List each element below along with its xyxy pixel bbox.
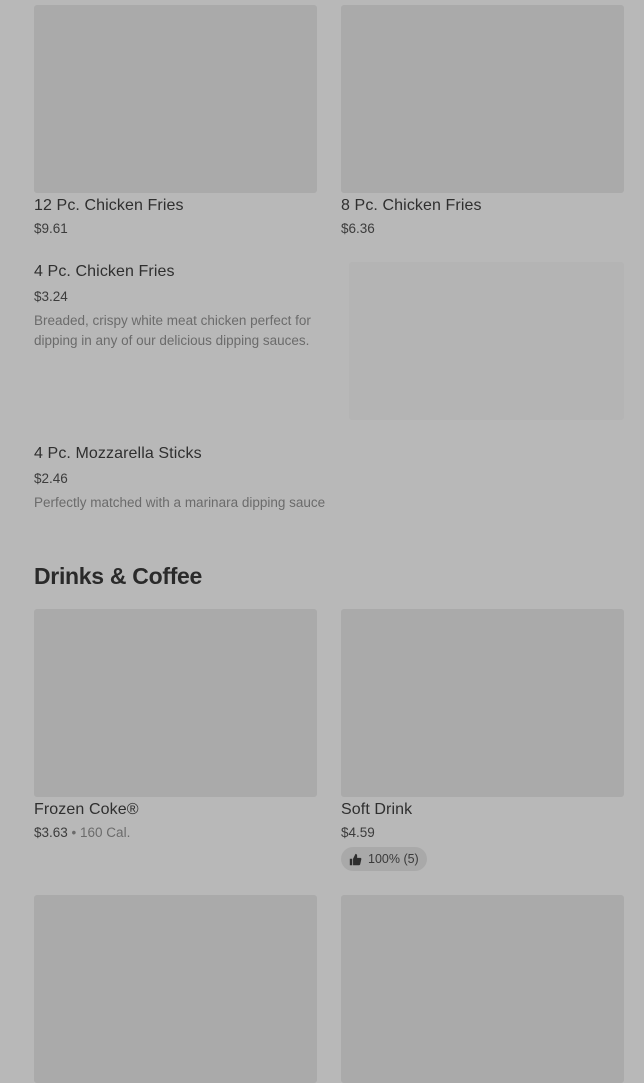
item-price: $4.59 — [341, 825, 375, 840]
section-title: Drinks & Coffee — [34, 563, 203, 589]
item-title[interactable]: 12 Pc. Chicken Fries — [34, 197, 184, 215]
item-price: $6.36 — [341, 221, 375, 236]
item-price: $2.46 — [34, 471, 68, 486]
item-price: $9.61 — [34, 221, 68, 236]
item-description: Perfectly matched with a marinara dippin… — [34, 495, 326, 510]
separator: • — [67, 825, 81, 840]
rating-badge: 100% (5) — [341, 847, 427, 871]
item-image-8pc-chicken-fries[interactable] — [341, 5, 624, 193]
item-price: $3.63 — [34, 825, 68, 840]
item-image[interactable] — [34, 895, 317, 1083]
item-title[interactable]: 8 Pc. Chicken Fries — [341, 197, 482, 215]
item-price: $3.24 — [34, 289, 68, 304]
thumbs-up-icon — [349, 853, 362, 866]
item-title[interactable]: 4 Pc. Mozzarella Sticks — [34, 445, 202, 463]
item-description: Breaded, crispy white meat chicken perfe… — [34, 313, 311, 348]
rating-text: 100% (5) — [368, 852, 419, 866]
item-calories: 160 Cal. — [80, 825, 131, 840]
item-price-line: $3.63 • 160 Cal. — [34, 825, 130, 840]
item-image[interactable] — [341, 895, 624, 1083]
item-title[interactable]: Soft Drink — [341, 801, 412, 819]
item-image-frozen-coke[interactable] — [34, 609, 317, 797]
item-title[interactable]: 4 Pc. Chicken Fries — [34, 263, 175, 281]
item-title[interactable]: Frozen Coke® — [34, 801, 139, 819]
item-image-soft-drink[interactable] — [341, 609, 624, 797]
item-image-4pc-chicken-fries[interactable] — [349, 262, 624, 420]
item-image-12pc-chicken-fries[interactable] — [34, 5, 317, 193]
